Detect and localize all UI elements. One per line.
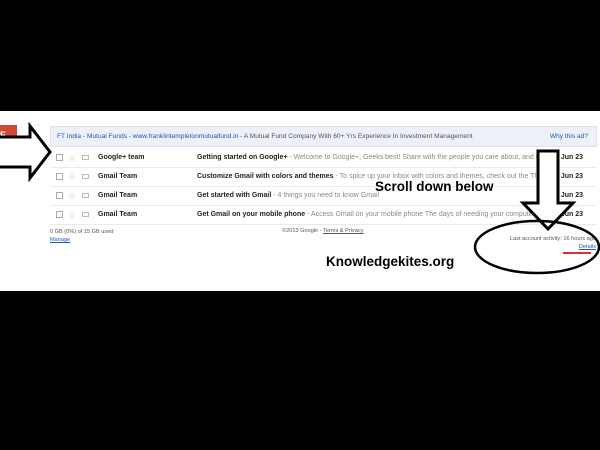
highlight-ellipse (473, 219, 600, 275)
gmail-screenshot: E FT India - Mutual Funds - www.franklin… (0, 111, 600, 291)
right-arrow-icon (0, 121, 52, 183)
annotation-overlay (0, 121, 600, 275)
down-arrow-icon (519, 149, 577, 232)
